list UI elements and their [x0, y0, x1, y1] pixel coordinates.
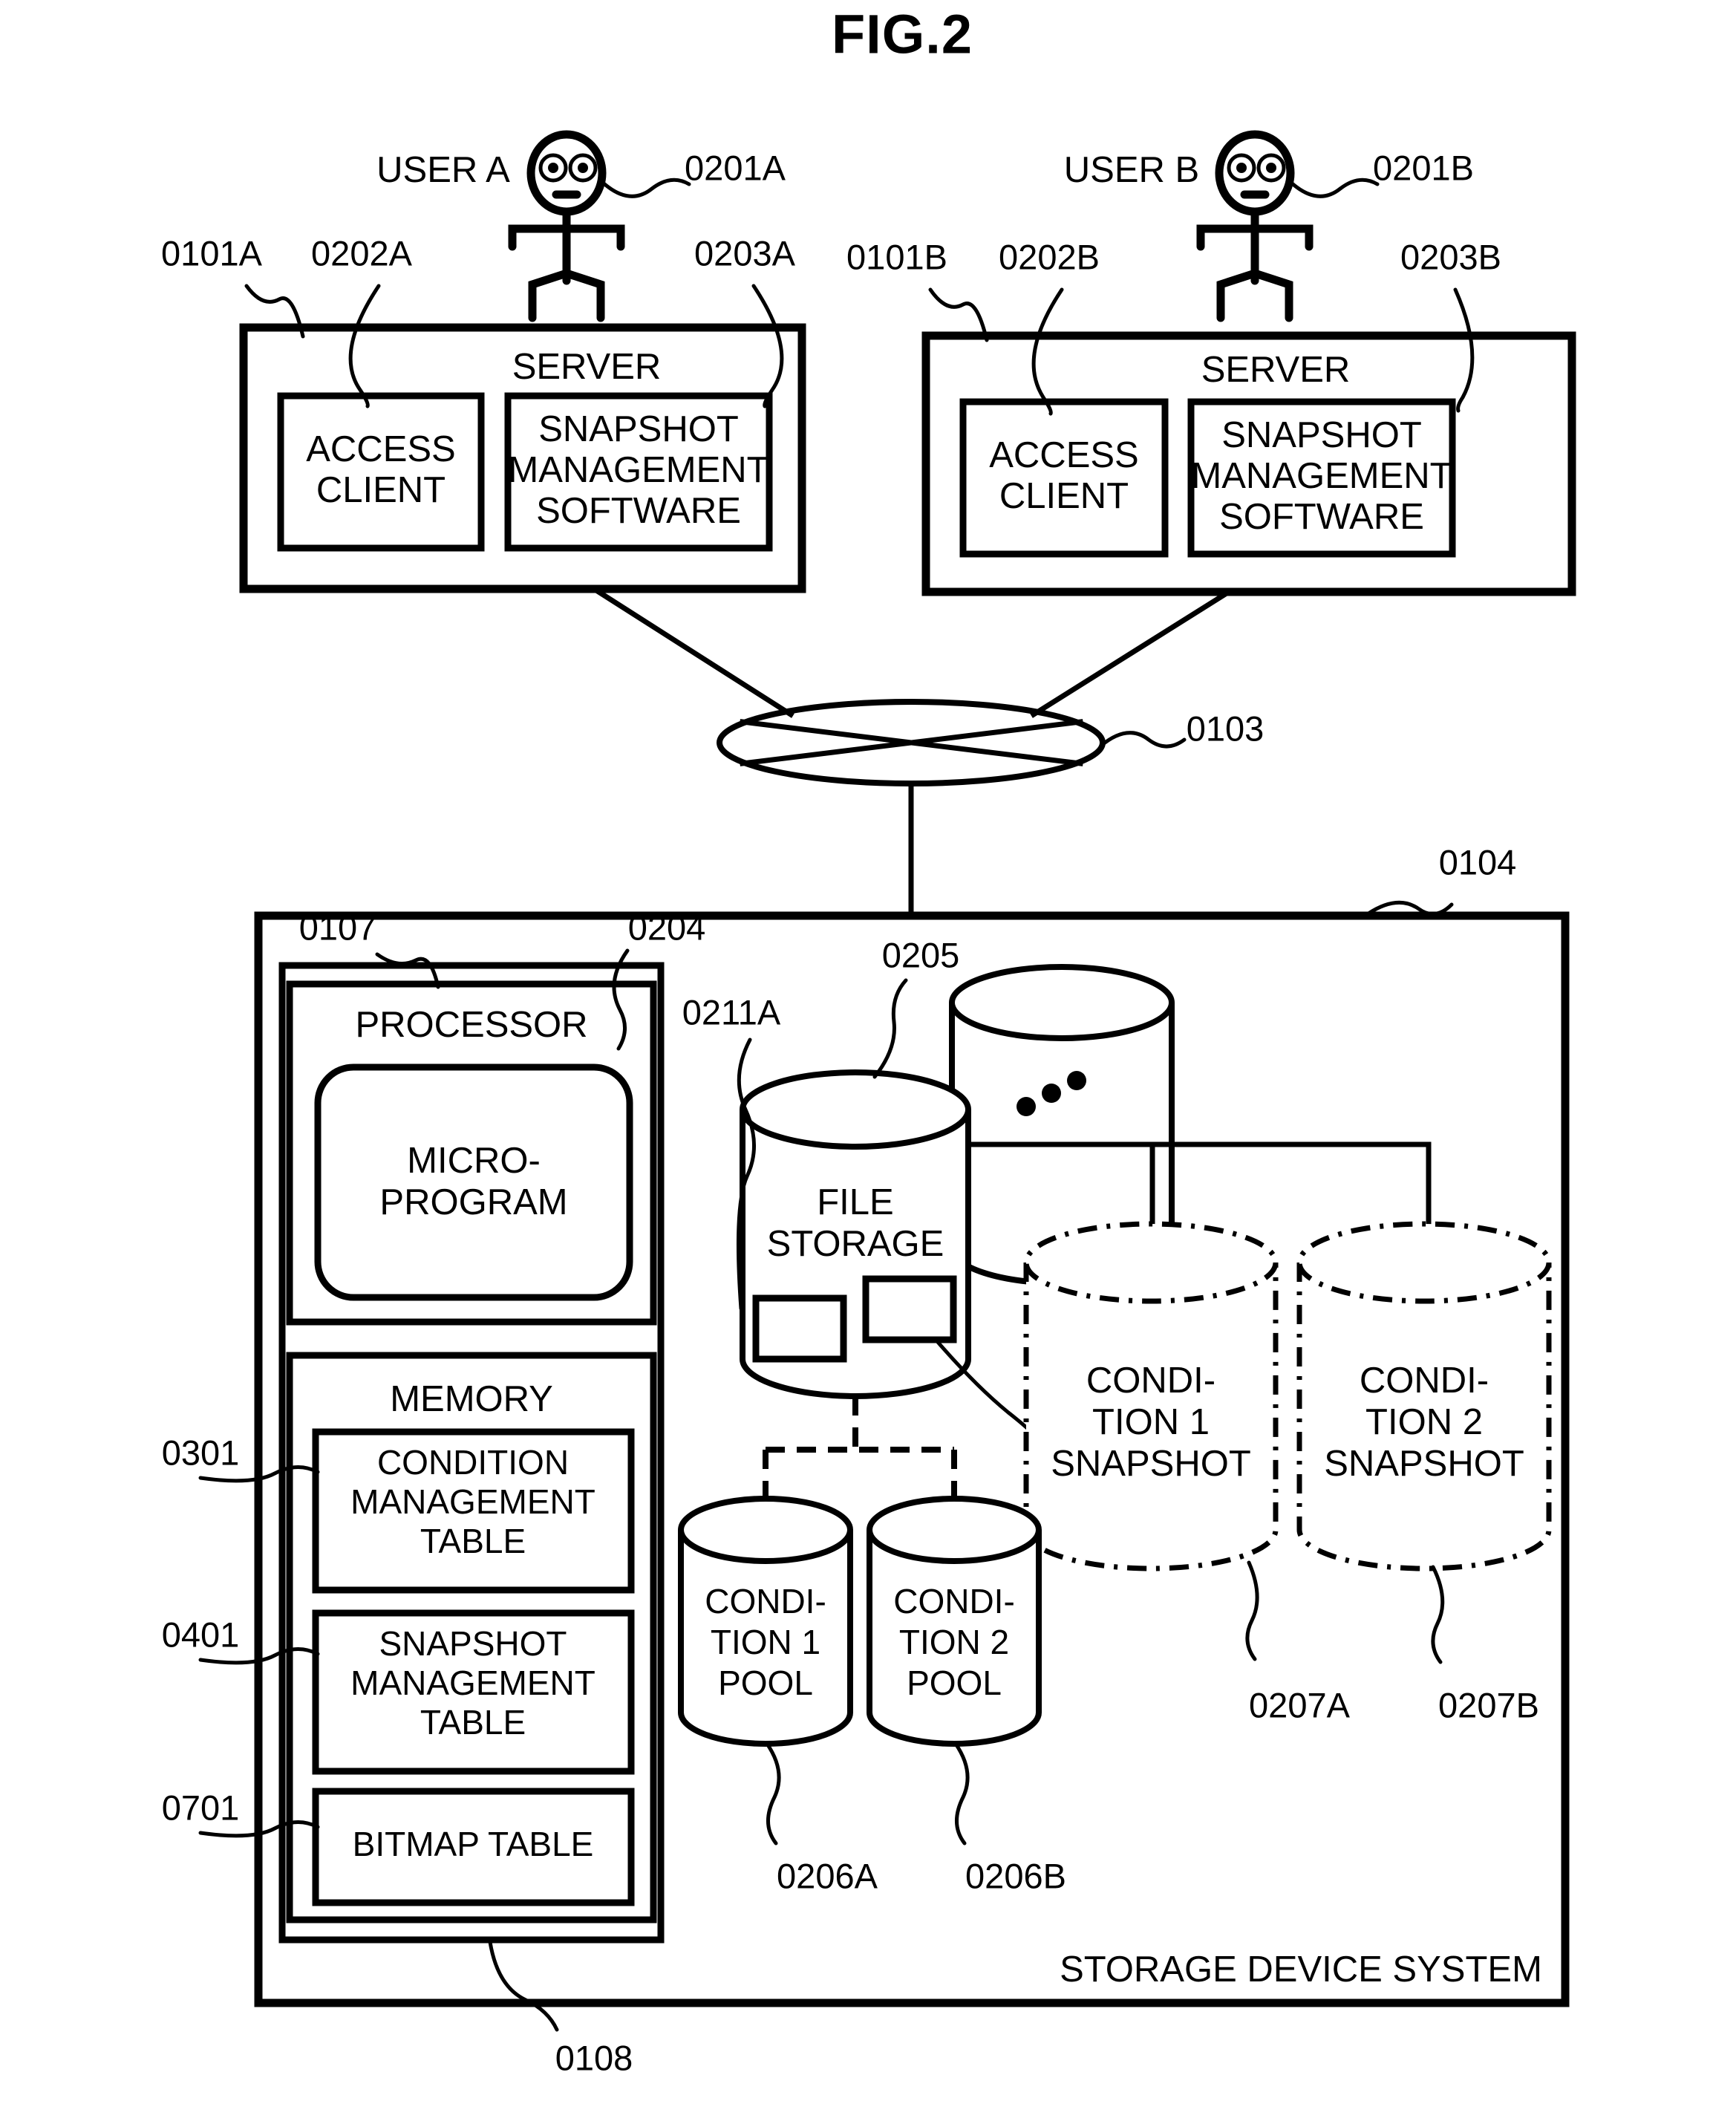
file-storage-cylinder[interactable]: FILE STORAGE — [740, 1069, 971, 1399]
ref-0101a: 0101A — [161, 233, 263, 273]
ref-0207a: 0207A — [1249, 1685, 1351, 1724]
ref-0104: 0104 — [1439, 842, 1517, 882]
snapshot-management-table: SNAPSHOT MANAGEMENT TABLE — [312, 1609, 635, 1775]
ellipsis-dot-1 — [1017, 1097, 1036, 1116]
condition-management-table: CONDITION MANAGEMENT TABLE — [312, 1428, 635, 1594]
snapshot-2-label-line2: TION 2 — [1365, 1402, 1483, 1442]
snapshot-2-label-line1: CONDI- — [1360, 1361, 1489, 1401]
cond-mgmt-table-line3: TABLE — [420, 1522, 526, 1560]
ref-0103: 0103 — [1187, 708, 1265, 748]
ref-0108: 0108 — [555, 2038, 633, 2077]
cond-mgmt-table-line1: CONDITION — [377, 1443, 569, 1482]
condition-1-pool-cylinder[interactable]: CONDI- TION 1 POOL — [678, 1496, 853, 1747]
user-a-figure — [508, 130, 625, 322]
network-switch[interactable] — [717, 699, 1106, 786]
ref-0401: 0401 — [162, 1615, 240, 1654]
file-storage-pool-connector — [763, 1396, 957, 1511]
snapshot-software-b-label-line2: MANAGEMENT — [1191, 456, 1452, 496]
file-storage-label-line1: FILE — [817, 1182, 893, 1222]
microprogram-label-line1: MICRO- — [407, 1141, 541, 1181]
snapshot-1-label-line3: SNAPSHOT — [1051, 1444, 1251, 1484]
pool-1-label-line1: CONDI- — [705, 1582, 826, 1620]
ref-0206b: 0206B — [965, 1856, 1066, 1895]
memory-label: MEMORY — [390, 1379, 553, 1419]
ref-0202b: 0202B — [999, 237, 1100, 276]
access-client-label-line2: CLIENT — [316, 470, 446, 510]
pool-2-label-line1: CONDI- — [893, 1582, 1015, 1620]
pool-2-label-line2: TION 2 — [899, 1623, 1009, 1661]
snap-mgmt-table-line1: SNAPSHOT — [379, 1624, 567, 1663]
link-server-a-network — [590, 585, 794, 718]
snapshot-2-label-line3: SNAPSHOT — [1324, 1444, 1524, 1484]
server-b[interactable]: SERVER ACCESS CLIENT SNAPSHOT MANAGEMENT… — [921, 331, 1576, 596]
server-a-title: SERVER — [512, 347, 662, 387]
ref-0211a: 0211A — [682, 992, 781, 1032]
processor-label: PROCESSOR — [355, 1005, 587, 1045]
ellipsis-dot-3 — [1067, 1071, 1086, 1090]
ref-0206a: 0206A — [777, 1856, 878, 1895]
condition-1-snapshot-cylinder[interactable]: CONDI- TION 1 SNAPSHOT — [1023, 1221, 1279, 1571]
condition-2-pool-cylinder[interactable]: CONDI- TION 2 POOL — [867, 1496, 1042, 1747]
access-client-b-label-line2: CLIENT — [999, 476, 1129, 516]
ref-0205: 0205 — [882, 935, 960, 974]
ellipsis-dot-2 — [1042, 1084, 1061, 1103]
ref-0201a: 0201A — [685, 148, 786, 187]
ref-0203a: 0203A — [694, 233, 796, 273]
snapshot-1-label-line2: TION 1 — [1092, 1402, 1210, 1442]
user-b-label: USER B — [1064, 150, 1199, 190]
access-client-label-line1: ACCESS — [306, 429, 456, 469]
cond-mgmt-table-line2: MANAGEMENT — [350, 1482, 595, 1521]
microprogram-label-line2: PROGRAM — [379, 1182, 567, 1222]
condition-2-snapshot-cylinder[interactable]: CONDI- TION 2 SNAPSHOT — [1296, 1221, 1552, 1571]
figure-title: FIG.2 — [832, 4, 973, 65]
user-a-label: USER A — [376, 150, 510, 190]
server-a-access-client[interactable]: ACCESS CLIENT — [277, 392, 485, 552]
snapshot-software-label-line1: SNAPSHOT — [538, 409, 739, 449]
ref-0202a: 0202A — [311, 233, 413, 273]
patent-figure-sheet: FIG.2 USER A 0201A USER B 0201B SERVER A… — [0, 0, 1736, 2124]
file-storage-label-line2: STORAGE — [767, 1224, 944, 1264]
link-server-b-network — [1030, 588, 1233, 718]
storage-device-system-label: STORAGE DEVICE SYSTEM — [1060, 1949, 1542, 1990]
snap-mgmt-table-line3: TABLE — [420, 1703, 526, 1742]
pool-1-label-line2: TION 1 — [711, 1623, 820, 1661]
snapshot-software-label-line3: SOFTWARE — [536, 491, 741, 531]
pool-2-label-line3: POOL — [907, 1664, 1002, 1702]
access-client-b-label-line1: ACCESS — [989, 435, 1139, 475]
snapshot-software-b-label-line3: SOFTWARE — [1219, 497, 1424, 537]
ref-0101b: 0101B — [846, 237, 947, 276]
server-a-snapshot-software[interactable]: SNAPSHOT MANAGEMENT SOFTWARE — [504, 392, 773, 552]
bitmap-table: BITMAP TABLE — [312, 1788, 635, 1906]
ref-0107: 0107 — [299, 908, 377, 947]
server-b-access-client[interactable]: ACCESS CLIENT — [959, 398, 1169, 558]
snapshot-1-label-line1: CONDI- — [1086, 1361, 1215, 1401]
user-b-figure — [1196, 130, 1314, 322]
snapshot-software-label-line2: MANAGEMENT — [508, 450, 769, 490]
pool-1-label-line3: POOL — [718, 1664, 813, 1702]
server-b-snapshot-software[interactable]: SNAPSHOT MANAGEMENT SOFTWARE — [1187, 398, 1456, 558]
snapshot-software-b-label-line1: SNAPSHOT — [1221, 415, 1422, 455]
ref-0203b: 0203B — [1400, 237, 1501, 276]
memory-block: MEMORY CONDITION MANAGEMENT TABLE SNAPSH… — [286, 1352, 657, 1923]
snap-mgmt-table-line2: MANAGEMENT — [350, 1664, 595, 1702]
bitmap-table-line1: BITMAP TABLE — [353, 1825, 594, 1863]
server-a[interactable]: SERVER ACCESS CLIENT SNAPSHOT MANAGEMENT… — [239, 323, 806, 593]
server-b-title: SERVER — [1201, 350, 1351, 390]
ref-0201b: 0201B — [1373, 148, 1474, 187]
processor-block: PROCESSOR MICRO- PROGRAM — [286, 980, 657, 1326]
ref-0204: 0204 — [628, 908, 706, 947]
ref-0701: 0701 — [162, 1788, 240, 1827]
ref-0301: 0301 — [162, 1433, 240, 1472]
ref-0207b: 0207B — [1438, 1685, 1539, 1724]
